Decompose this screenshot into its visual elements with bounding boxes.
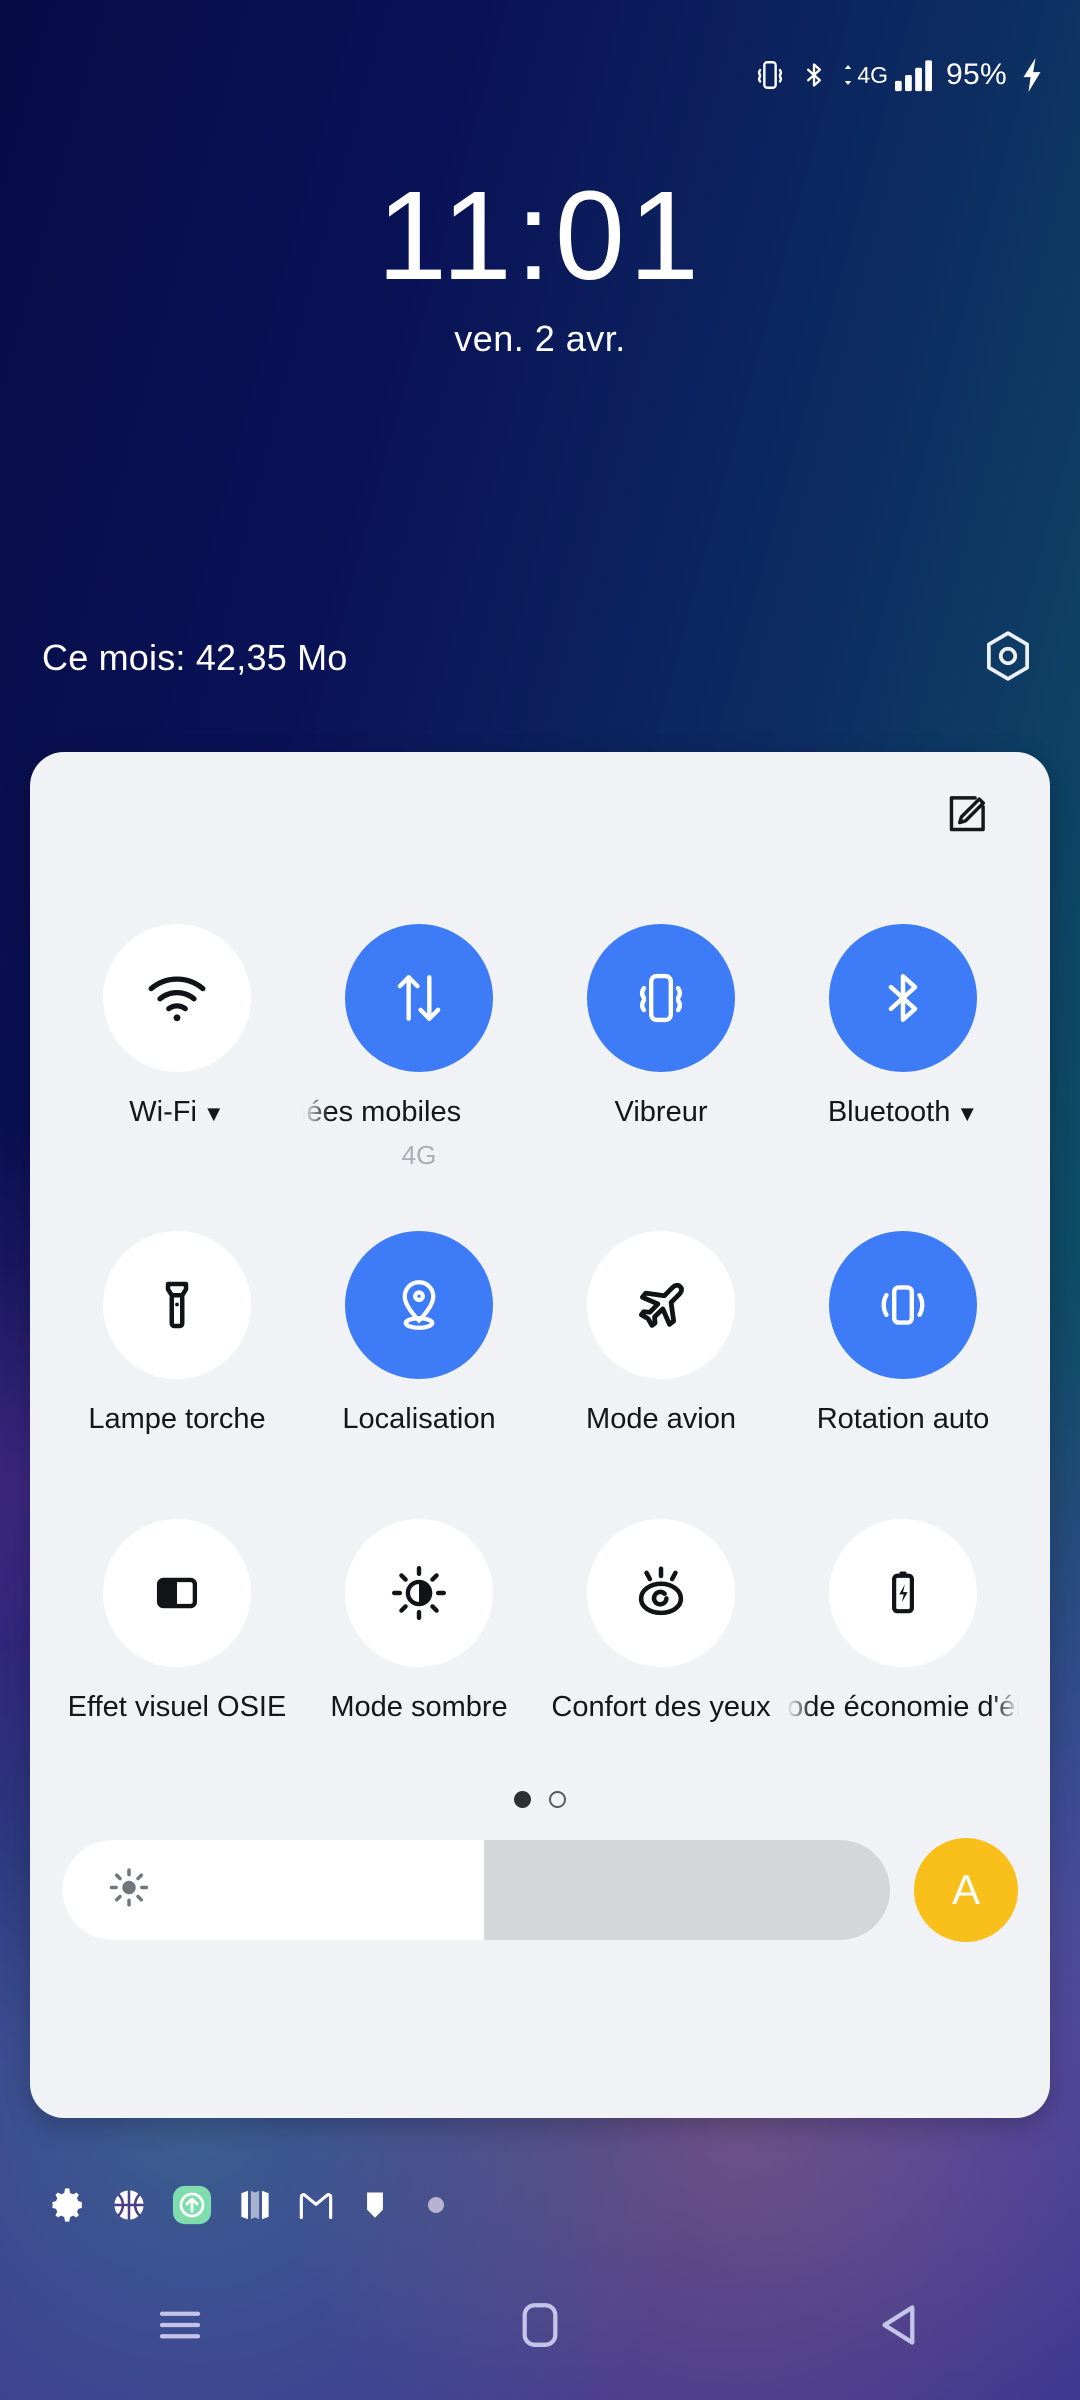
location-tile-circle[interactable]	[345, 1231, 493, 1379]
brightness-row: A	[30, 1837, 1050, 1942]
mobile-data-4g-icon: 4G	[841, 61, 889, 88]
tile-label: Mode économie d'énergie	[787, 1690, 1019, 1723]
brightness-sun-icon	[106, 1864, 152, 1915]
upload-arrow-app-icon[interactable]	[170, 2183, 214, 2227]
tile-row: Lampe torche Localisation Mode avion Rot…	[56, 1231, 1024, 1439]
recents-icon[interactable]	[80, 2250, 280, 2400]
airplane-tile-circle[interactable]	[587, 1231, 735, 1379]
charging-bolt-icon	[1020, 58, 1044, 92]
page-dot-active[interactable]	[514, 1790, 531, 1808]
chevron-down-icon[interactable]: ▼	[956, 1101, 978, 1126]
home-icon[interactable]	[440, 2250, 640, 2400]
tile-mobile-data[interactable]: Données mobiles 4G	[298, 924, 540, 1171]
battery-saver-tile-circle[interactable]	[829, 1518, 977, 1667]
bluetooth-tile-circle[interactable]	[829, 924, 977, 1072]
tile-label: Effet visuel OSIE	[67, 1690, 287, 1723]
page-dot[interactable]	[549, 1790, 566, 1808]
tile-bluetooth[interactable]: Bluetooth ▼	[782, 924, 1024, 1171]
dark-mode-tile-circle[interactable]	[345, 1518, 493, 1667]
notification-tray-icons	[0, 2160, 1080, 2250]
signal-bars-icon	[895, 58, 933, 92]
tile-label: Mode avion	[586, 1403, 736, 1435]
tile-label: Localisation	[342, 1403, 496, 1435]
edit-pencil-square-icon[interactable]	[944, 791, 990, 842]
back-icon[interactable]	[800, 2250, 1000, 2400]
gear-icon[interactable]	[48, 2185, 88, 2225]
tile-auto-rotate[interactable]: Rotation auto	[782, 1231, 1024, 1439]
vibrate-tile-circle[interactable]	[587, 924, 735, 1072]
lockscreen-clock-block: 11:01 ven. 2 avr.	[0, 165, 1080, 360]
tile-label: Rotation auto	[816, 1403, 990, 1435]
clock-date: ven. 2 avr.	[454, 318, 626, 360]
more-notifications-dot	[428, 2197, 444, 2213]
tile-flashlight[interactable]: Lampe torche	[56, 1231, 298, 1439]
wifi-tile-circle[interactable]	[103, 924, 251, 1072]
quick-settings-grid: Wi-Fi▼ Données mobiles 4G	[30, 924, 1050, 1727]
hexagon-settings-icon[interactable]	[980, 628, 1036, 689]
tile-vibrate[interactable]: Vibreur	[540, 924, 782, 1171]
osie-tile-circle[interactable]	[103, 1518, 251, 1667]
quick-settings-panel: Wi-Fi▼ Données mobiles 4G	[30, 752, 1050, 2118]
tile-eye-comfort[interactable]: Confort des yeux	[540, 1518, 782, 1727]
tile-sublabel: 4G	[401, 1140, 437, 1170]
tile-row: Effet visuel OSIE Mode sombre Confort de…	[56, 1518, 1024, 1727]
data-usage-label: Ce mois: 42,35 Mo	[42, 637, 348, 678]
tile-label: Confort des yeux	[551, 1690, 771, 1723]
tile-airplane-mode[interactable]: Mode avion	[540, 1231, 782, 1439]
bluetooth-icon	[800, 58, 828, 92]
data-usage-row: Ce mois: 42,35 Mo	[0, 622, 1080, 694]
auto-rotate-tile-circle[interactable]	[829, 1231, 977, 1379]
gmail-icon[interactable]	[296, 2185, 336, 2225]
chevron-down-icon[interactable]: ▼	[203, 1101, 225, 1126]
maps-icon[interactable]	[236, 2186, 274, 2224]
eye-comfort-tile-circle[interactable]	[587, 1518, 735, 1667]
status-bar: 4G 95%	[0, 0, 1080, 150]
tile-label: Lampe torche	[88, 1403, 266, 1435]
auto-brightness-button[interactable]: A	[914, 1837, 1018, 1942]
clock-time: 11:01	[377, 165, 703, 306]
tile-location[interactable]: Localisation	[298, 1231, 540, 1439]
navigation-bar	[0, 2250, 1080, 2400]
page-indicator	[30, 1790, 1050, 1808]
tile-label: Données mobiles	[303, 1096, 462, 1128]
tile-label: Vibreur	[614, 1096, 708, 1128]
battery-percentage: 95%	[946, 58, 1007, 91]
flashlight-tile-circle[interactable]	[103, 1231, 251, 1379]
tile-osie-visual[interactable]: Effet visuel OSIE	[56, 1518, 298, 1727]
brightness-slider[interactable]	[62, 1839, 890, 1940]
vibrate-icon	[753, 58, 787, 92]
tile-label: Wi-Fi ▼	[129, 1096, 225, 1128]
network-type-label: 4G	[857, 61, 889, 88]
tile-label: Mode sombre	[330, 1690, 508, 1723]
mobile-data-tile-circle[interactable]	[345, 924, 493, 1072]
tile-row: Wi-Fi▼ Données mobiles 4G	[56, 924, 1024, 1171]
shield-bookmark-icon[interactable]	[358, 2188, 392, 2222]
panel-header	[30, 752, 1050, 880]
tile-wifi[interactable]: Wi-Fi ▼	[56, 924, 298, 1171]
basketball-icon[interactable]	[110, 2186, 148, 2224]
auto-brightness-label: A	[951, 1865, 980, 1913]
tile-label: Bluetooth ▼	[827, 1096, 979, 1128]
tile-dark-mode[interactable]: Mode sombre	[298, 1518, 540, 1727]
tile-battery-saver[interactable]: Mode économie d'énergie	[782, 1518, 1024, 1727]
